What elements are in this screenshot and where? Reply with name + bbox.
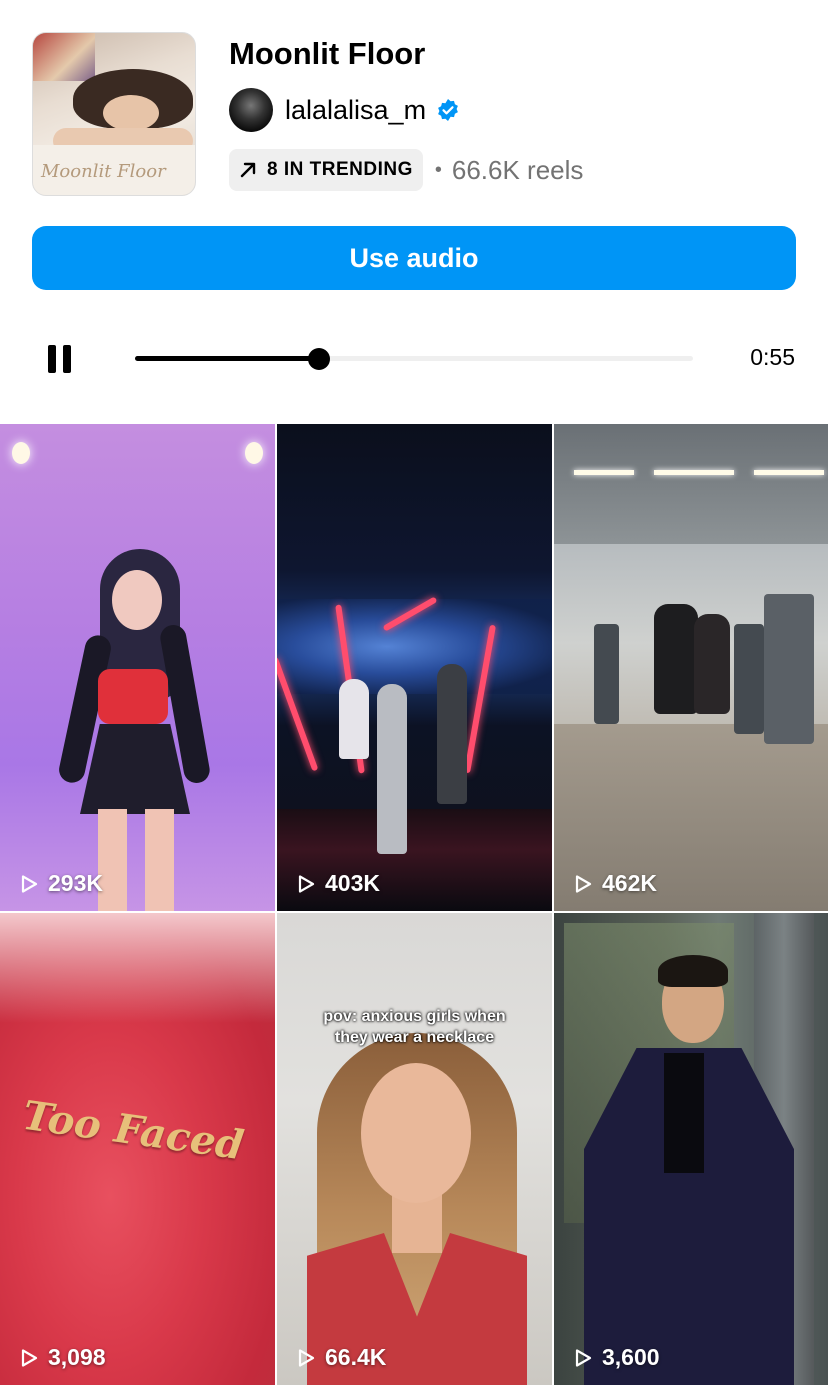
view-count: 3,600	[602, 1344, 660, 1370]
reel-views: 66.4K	[295, 1344, 386, 1371]
duration-label: 0:55	[750, 344, 795, 370]
album-cover-script: Moonlit Floor	[41, 161, 166, 182]
play-icon	[298, 874, 315, 893]
reel-views: 3,098	[18, 1344, 106, 1371]
reel-tile[interactable]: 462K	[554, 424, 828, 911]
pause-icon[interactable]	[48, 345, 72, 373]
reels-grid: 293K 403K 462K Too Faced 3,098 pov: anxi…	[0, 424, 828, 1385]
reel-views: 3,600	[572, 1344, 660, 1371]
reel-tile[interactable]: pov: anxious girls when they wear a neck…	[277, 913, 552, 1385]
use-audio-button[interactable]: Use audio	[32, 226, 796, 290]
play-icon	[298, 1348, 315, 1367]
artist-row[interactable]: lalalalisa_m	[229, 88, 460, 132]
reel-tile[interactable]: 403K	[277, 424, 552, 911]
reel-caption: pov: anxious girls when they wear a neck…	[323, 1008, 506, 1046]
audio-title: Moonlit Floor	[229, 36, 426, 71]
view-count: 403K	[325, 870, 380, 896]
artist-avatar[interactable]	[229, 88, 273, 132]
meta-separator: •	[434, 158, 442, 181]
progress-fill	[135, 356, 320, 361]
album-cover: Moonlit Floor	[32, 32, 196, 196]
audio-header: Moonlit Floor Moonlit Floor lalalalisa_m…	[32, 32, 796, 196]
play-icon	[575, 874, 592, 893]
play-icon	[575, 1348, 592, 1367]
reel-tile[interactable]: Too Faced 3,098	[0, 913, 275, 1385]
reel-views: 462K	[572, 870, 657, 897]
reel-tile[interactable]: 293K	[0, 424, 275, 911]
meta-row: 8 IN TRENDING • 66.6K reels	[229, 149, 583, 191]
view-count: 66.4K	[325, 1344, 387, 1370]
reel-tile[interactable]: 3,600	[554, 913, 828, 1385]
reel-views: 293K	[18, 870, 103, 897]
progress-track[interactable]	[135, 348, 693, 370]
view-count: 462K	[602, 870, 657, 896]
verified-badge-icon	[438, 99, 458, 121]
trending-badge[interactable]: 8 IN TRENDING	[229, 149, 423, 191]
view-count: 3,098	[48, 1344, 106, 1370]
trending-arrow-icon	[240, 162, 256, 178]
reel-views: 403K	[295, 870, 380, 897]
progress-scrubber[interactable]	[308, 348, 331, 370]
product-brand-text: Too Faced	[19, 1091, 247, 1170]
audio-player: 0:55	[0, 330, 828, 386]
reels-count: 66.6K reels	[451, 154, 584, 185]
artist-name[interactable]: lalalalisa_m	[285, 95, 426, 126]
play-icon	[21, 874, 38, 893]
play-icon	[21, 1348, 38, 1367]
trending-label: 8 IN TRENDING	[267, 159, 413, 180]
view-count: 293K	[48, 870, 103, 896]
